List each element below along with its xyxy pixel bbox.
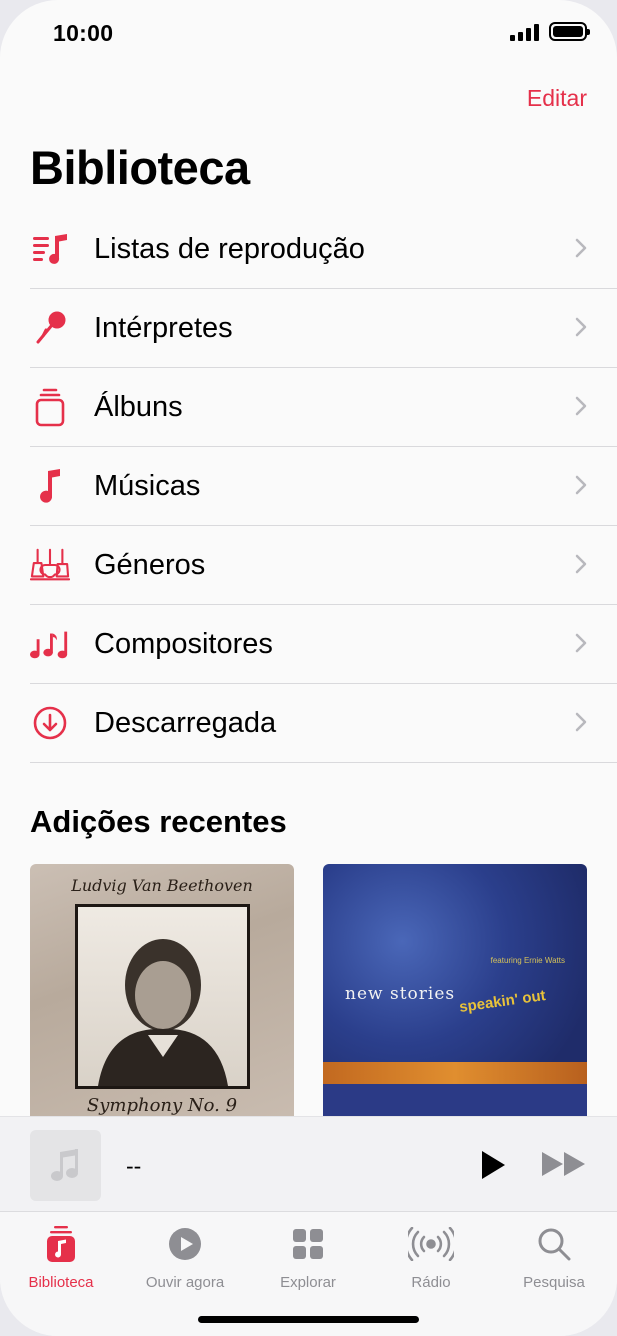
cellular-signal-icon — [510, 23, 539, 41]
menu-item-label: Descarregada — [94, 706, 277, 739]
chevron-right-icon — [575, 475, 587, 495]
play-circle-icon — [168, 1222, 202, 1266]
grid-icon — [292, 1222, 324, 1266]
chevron-right-icon — [575, 396, 587, 416]
menu-item-albums[interactable]: Álbuns — [30, 368, 617, 447]
chevron-right-icon — [575, 238, 587, 258]
player-track-title: -- — [126, 1153, 142, 1179]
page-title: Biblioteca — [30, 141, 250, 194]
chevron-right-icon — [575, 633, 587, 653]
tab-label: Ouvir agora — [145, 1274, 225, 1291]
music-note-icon — [30, 466, 70, 506]
home-indicator[interactable] — [198, 1316, 419, 1323]
edit-button[interactable]: Editar — [527, 85, 587, 112]
album-cover-bottom-text: Symphony No. 9 — [86, 1095, 238, 1116]
album-cover-beethoven[interactable]: Ludvig Van Beethoven Symphony No. 9 — [30, 864, 294, 1122]
recent-additions-title: Adições recentes — [30, 804, 287, 839]
music-notes-icon — [30, 624, 70, 664]
album-cover-subtitle: speakin' out — [458, 987, 547, 1016]
menu-item-label: Álbuns — [94, 390, 183, 423]
phone-screen: 10:00 Editar Biblioteca Listas de reprod… — [0, 0, 617, 1336]
tab-library[interactable]: Biblioteca — [0, 1222, 122, 1291]
menu-item-label: Intérpretes — [94, 311, 233, 344]
chevron-right-icon — [575, 554, 587, 574]
menu-item-artists[interactable]: Intérpretes — [30, 289, 617, 368]
tab-label: Rádio — [411, 1274, 451, 1291]
status-time: 10:00 — [53, 20, 114, 46]
guitars-icon — [30, 545, 70, 585]
status-icons — [510, 22, 590, 41]
radio-waves-icon — [408, 1222, 454, 1266]
microphone-icon — [30, 308, 70, 348]
menu-item-label: Géneros — [94, 548, 206, 581]
tab-label: Pesquisa — [523, 1274, 585, 1291]
chevron-right-icon — [575, 317, 587, 337]
player-artwork-placeholder — [30, 1130, 101, 1201]
album-cover-title: new stories — [345, 984, 456, 1004]
chevron-right-icon — [575, 712, 587, 732]
menu-item-label: Músicas — [94, 469, 201, 502]
album-cover-new-stories[interactable]: featuring Ernie Watts new stories speaki… — [323, 864, 587, 1122]
album-cover-small-text: featuring Ernie Watts — [490, 956, 565, 965]
playlist-icon — [30, 229, 70, 269]
menu-item-playlists[interactable]: Listas de reprodução — [30, 210, 617, 289]
tab-browse[interactable]: Explorar — [247, 1222, 369, 1291]
library-menu: Listas de reprodução Intérpretes Álbuns … — [30, 210, 617, 763]
menu-item-songs[interactable]: Músicas — [30, 447, 617, 526]
status-bar: 10:00 — [0, 0, 617, 70]
album-cover-top-text: Ludvig Van Beethoven — [71, 876, 253, 895]
search-icon — [537, 1222, 571, 1266]
play-icon[interactable] — [479, 1149, 507, 1181]
library-icon — [45, 1222, 77, 1266]
fast-forward-icon[interactable] — [541, 1151, 587, 1177]
album-cover-band — [323, 1062, 587, 1084]
tab-search[interactable]: Pesquisa — [493, 1222, 615, 1291]
menu-item-label: Listas de reprodução — [94, 232, 365, 265]
download-circle-icon — [30, 703, 70, 743]
battery-icon — [549, 22, 590, 41]
tab-radio[interactable]: Rádio — [370, 1222, 492, 1291]
mini-player[interactable]: -- — [0, 1116, 617, 1212]
menu-item-downloaded[interactable]: Descarregada — [30, 684, 617, 763]
menu-item-label: Compositores — [94, 627, 273, 660]
album-stack-icon — [30, 387, 70, 427]
menu-item-composers[interactable]: Compositores — [30, 605, 617, 684]
tab-label: Explorar — [280, 1274, 336, 1291]
tab-label: Biblioteca — [28, 1274, 94, 1291]
menu-item-genres[interactable]: Géneros — [30, 526, 617, 605]
portrait-image — [98, 939, 228, 1086]
portrait-frame — [75, 904, 250, 1089]
tab-listen-now[interactable]: Ouvir agora — [124, 1222, 246, 1291]
music-note-placeholder-icon — [50, 1148, 78, 1181]
